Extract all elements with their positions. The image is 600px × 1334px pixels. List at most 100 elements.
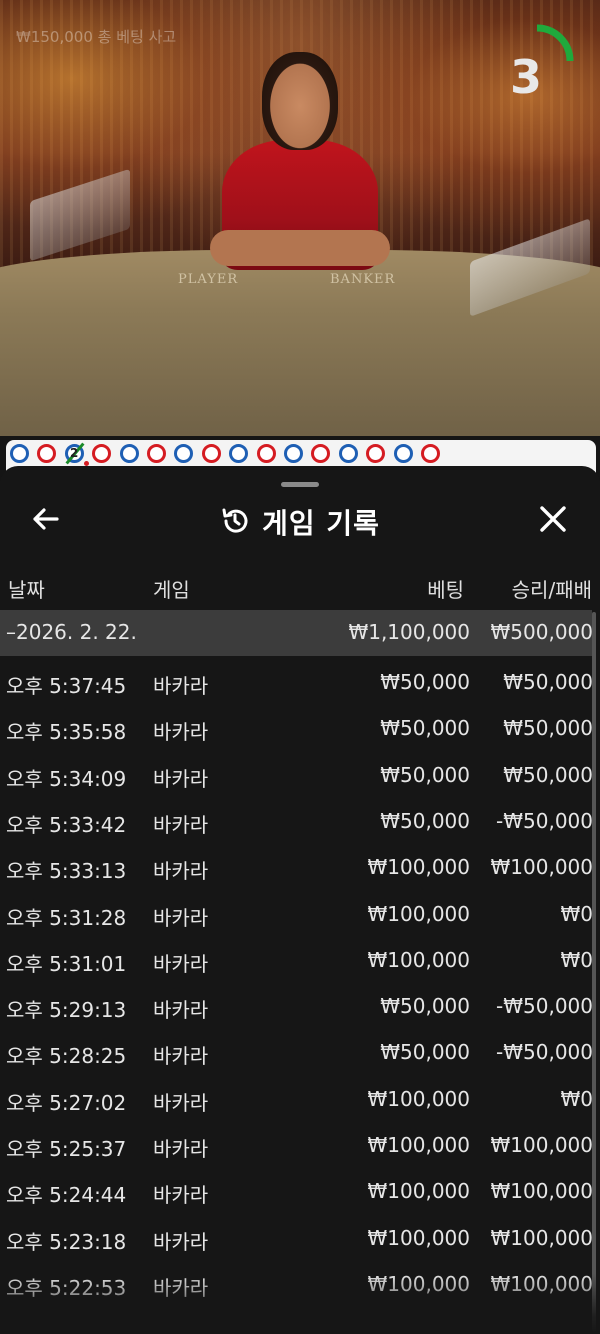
bead-player	[10, 444, 29, 463]
row-time: 오후 5:27:02	[6, 1090, 127, 1115]
row-time: 오후 5:23:18	[6, 1229, 127, 1254]
history-icon	[220, 506, 250, 543]
history-row[interactable]: 오후 5:23:18 바카라 ₩100,000 ₩100,000	[0, 1220, 600, 1266]
row-game: 바카라	[153, 905, 209, 930]
row-result: -₩50,000	[496, 808, 593, 833]
scrollbar[interactable]	[592, 612, 596, 1332]
row-time: 오후 5:24:44	[6, 1183, 127, 1208]
dealer-head	[262, 52, 338, 150]
close-icon	[540, 506, 566, 532]
bead-banker	[421, 444, 440, 463]
row-time: 오후 5:34:09	[6, 766, 127, 791]
row-result: ₩50,000	[503, 762, 593, 787]
row-game: 바카라	[153, 1275, 209, 1300]
history-row[interactable]: 오후 5:34:09 바카라 ₩50,000 ₩50,000	[0, 757, 600, 803]
row-time: 오후 5:28:25	[6, 1044, 127, 1069]
row-game: 바카라	[153, 674, 209, 698]
row-result: ₩100,000	[490, 1179, 593, 1204]
history-row[interactable]: 오후 5:31:01 바카라 ₩100,000 ₩0	[0, 942, 600, 988]
sheet-drag-handle[interactable]	[281, 482, 319, 487]
column-header-game[interactable]: 게임	[153, 574, 190, 603]
row-result: ₩0	[560, 1086, 594, 1111]
live-video: PLAYER BANKER ₩150,000 총 베팅 사고 3	[0, 0, 600, 436]
date-group-date: –2026. 2. 22.	[6, 620, 137, 644]
row-result: ₩50,000	[503, 670, 593, 694]
row-time: 오후 5:22:53	[6, 1275, 127, 1300]
row-game: 바카라	[153, 998, 209, 1023]
row-game: 바카라	[153, 766, 209, 791]
sheet-title: 게임 기록	[0, 502, 600, 543]
row-time: 오후 5:31:28	[6, 905, 127, 930]
row-game: 바카라	[153, 1183, 209, 1208]
card-shoe	[30, 168, 130, 262]
close-button[interactable]	[538, 498, 574, 538]
row-time: 오후 5:29:13	[6, 998, 127, 1023]
bead-banker	[201, 444, 221, 463]
row-time: 오후 5:33:42	[6, 812, 127, 837]
row-game: 바카라	[153, 1137, 209, 1161]
banker-table-label: BANKER	[330, 272, 396, 287]
history-row[interactable]: 오후 5:37:45 바카라 ₩50,000 ₩50,000	[0, 664, 600, 710]
row-bet: ₩100,000	[367, 1133, 470, 1157]
row-result: -₩50,000	[496, 1040, 593, 1065]
row-result: ₩0	[560, 901, 594, 926]
row-bet: ₩50,000	[380, 808, 470, 833]
row-bet: ₩50,000	[380, 1040, 470, 1065]
history-row[interactable]: 오후 5:25:37 바카라 ₩100,000 ₩100,000	[0, 1127, 600, 1173]
row-result: ₩100,000	[490, 855, 593, 880]
history-row[interactable]: 오후 5:31:28 바카라 ₩100,000 ₩0	[0, 896, 600, 942]
history-row[interactable]: 오후 5:35:58 바카라 ₩50,000 ₩50,000	[0, 710, 600, 756]
date-group-bet-total: ₩1,100,000	[348, 620, 470, 644]
row-game: 바카라	[153, 951, 209, 976]
history-row[interactable]: 오후 5:28:25 바카라 ₩50,000 -₩50,000	[0, 1034, 600, 1080]
row-result: ₩50,000	[503, 716, 593, 741]
row-bet: ₩50,000	[380, 994, 470, 1019]
game-history-sheet: 게임 기록 날짜 게임 베팅 승리/패배 –2026. 2. 22. ₩1,10…	[0, 466, 600, 1334]
countdown-timer: 3	[498, 22, 576, 104]
history-row[interactable]: 오후 5:29:13 바카라 ₩50,000 -₩50,000	[0, 988, 600, 1034]
row-game: 바카라	[153, 720, 209, 745]
row-bet: ₩100,000	[367, 1225, 470, 1250]
history-row[interactable]: 오후 5:27:02 바카라 ₩100,000 ₩0	[0, 1081, 600, 1127]
column-header-bet[interactable]: 베팅	[427, 574, 464, 603]
row-result: -₩50,000	[496, 994, 593, 1019]
row-bet: ₩50,000	[380, 716, 470, 741]
row-result: ₩0	[560, 947, 594, 972]
row-result: ₩100,000	[490, 1133, 593, 1157]
date-group-result-total: ₩500,000	[490, 620, 593, 644]
bead-player	[119, 444, 139, 463]
date-group-row[interactable]: –2026. 2. 22. ₩1,100,000 ₩500,000	[0, 610, 593, 656]
bead-banker	[256, 444, 276, 463]
row-bet: ₩100,000	[367, 855, 470, 880]
bet-overlay-text: ₩150,000 총 베팅 사고	[16, 28, 177, 46]
column-header-date[interactable]: 날짜	[8, 574, 45, 603]
bead-player	[338, 444, 358, 463]
bead-player	[393, 444, 413, 463]
row-bet: ₩100,000	[367, 1086, 470, 1111]
row-time: 오후 5:33:13	[6, 859, 127, 884]
row-time: 오후 5:31:01	[6, 951, 127, 976]
row-game: 바카라	[153, 812, 209, 837]
history-row[interactable]: 오후 5:24:44 바카라 ₩100,000 ₩100,000	[0, 1173, 600, 1219]
column-header-result[interactable]: 승리/패배	[512, 574, 592, 603]
row-time: 오후 5:37:45	[6, 674, 127, 698]
countdown-number: 3	[509, 50, 542, 104]
row-bet: ₩100,000	[367, 947, 470, 972]
tie-count-label: 2	[70, 446, 79, 460]
history-row[interactable]: 오후 5:22:53 바카라 ₩100,000 ₩100,000	[0, 1266, 600, 1312]
row-bet: ₩100,000	[367, 901, 470, 926]
row-game: 바카라	[153, 1044, 209, 1069]
row-game: 바카라	[153, 1090, 209, 1115]
bead-player	[284, 444, 303, 463]
row-time: 오후 5:25:37	[6, 1137, 127, 1161]
row-game: 바카라	[153, 859, 209, 884]
dealer-arms	[210, 230, 390, 266]
history-row[interactable]: 오후 5:33:42 바카라 ₩50,000 -₩50,000	[0, 803, 600, 849]
row-bet: ₩50,000	[380, 670, 470, 694]
row-time: 오후 5:35:58	[6, 720, 127, 745]
row-bet: ₩100,000	[367, 1179, 470, 1204]
bead-banker	[147, 444, 166, 463]
row-result: ₩100,000	[490, 1225, 593, 1250]
row-game: 바카라	[153, 1229, 209, 1254]
history-row[interactable]: 오후 5:33:13 바카라 ₩100,000 ₩100,000	[0, 849, 600, 895]
